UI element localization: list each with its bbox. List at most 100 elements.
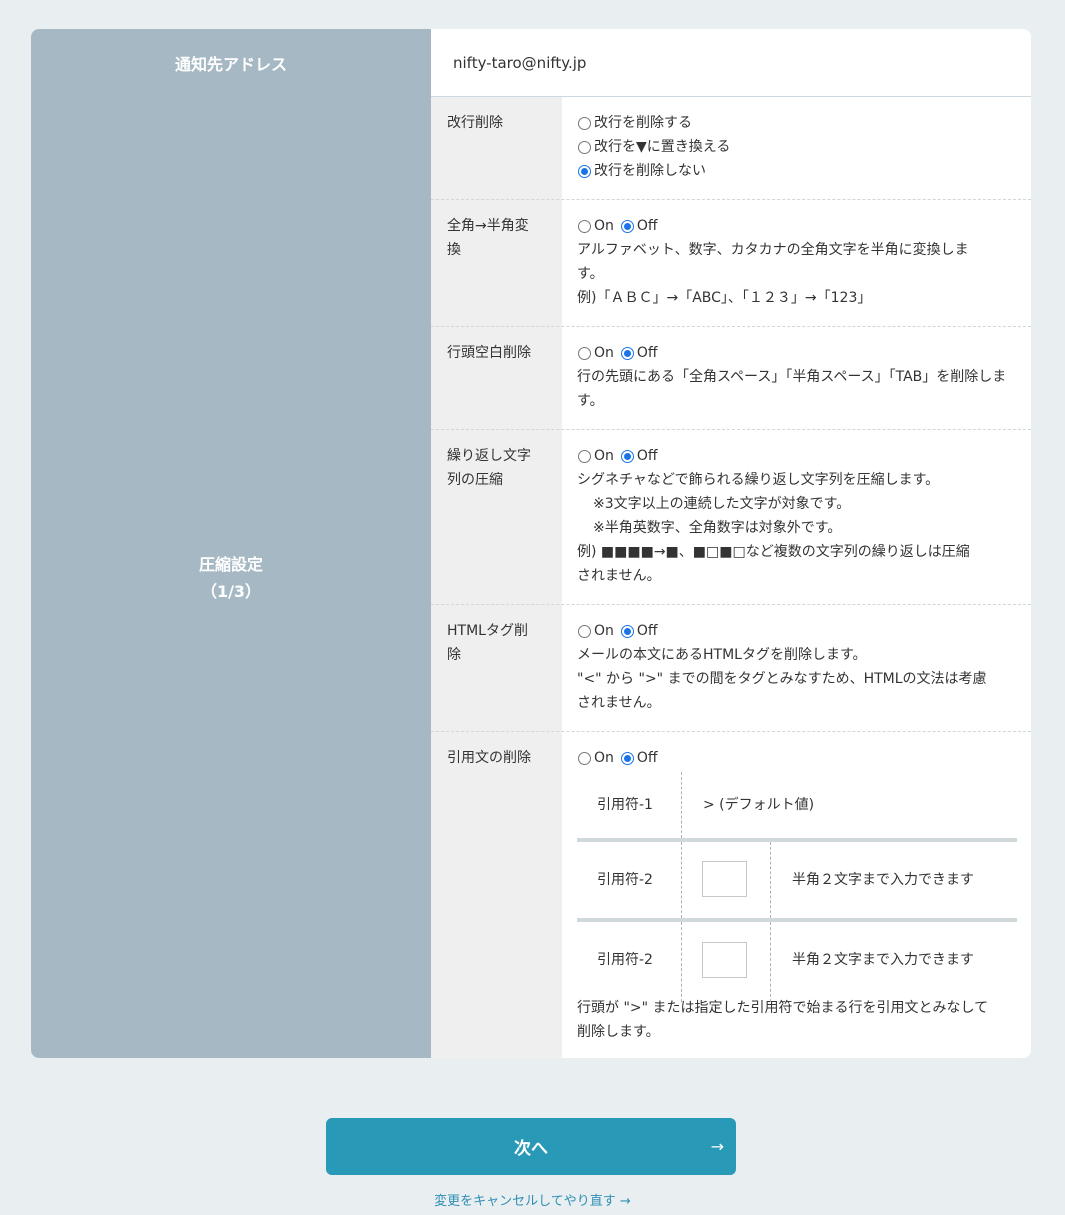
- label-line: 全角→半角変: [447, 218, 529, 234]
- description: されません。: [577, 695, 661, 711]
- repeat-section: 繰り返し文字 列の圧縮 On Off シグネチャなどで飾られる繰り返し文字列を圧…: [431, 430, 1031, 605]
- description: す。: [577, 266, 604, 282]
- on-label: On: [594, 623, 614, 639]
- description: メールの本文にあるHTMLタグを削除します。: [577, 647, 867, 663]
- description: シグネチャなどで飾られる繰り返し文字列を圧縮します。: [577, 472, 940, 488]
- divider: [681, 842, 682, 918]
- quote-input[interactable]: [702, 942, 747, 978]
- leading-space-body: On Off 行の先頭にある「全角スペース」「半角スペース」「TAB」を削除しま…: [577, 341, 1017, 413]
- label-line: HTMLタグ削: [447, 623, 528, 639]
- repeat-label: 繰り返し文字 列の圧縮: [447, 444, 547, 492]
- radio-on[interactable]: [578, 624, 591, 638]
- off-label: Off: [636, 218, 658, 234]
- radio-button-selected[interactable]: [578, 164, 591, 178]
- off-label: Off: [636, 345, 658, 361]
- radio-on[interactable]: [578, 449, 591, 463]
- leading-space-label: 行頭空白削除: [447, 345, 531, 361]
- line-break-label: 改行削除: [447, 115, 503, 131]
- on-label: On: [594, 345, 614, 361]
- label-line: 除: [447, 647, 461, 663]
- description: す。: [577, 393, 604, 409]
- quote-section: 引用文の削除 On Off 引用符-1 > (デフォルト値) 引用符-2 半角２…: [431, 732, 1031, 1058]
- quote-input[interactable]: [702, 861, 747, 897]
- fullwidth-body: On Off アルファベット、数字、カタカナの全角文字を半角に変換しま す。 例…: [577, 214, 1017, 310]
- arrow-right-icon: →: [710, 1137, 724, 1156]
- on-label: On: [594, 218, 614, 234]
- option-label: 改行を▼に置き換える: [594, 139, 731, 155]
- compression-title: 圧縮設定: [198, 554, 263, 574]
- line-break-option-replace[interactable]: 改行を▼に置き換える: [577, 135, 1017, 159]
- html-label: HTMLタグ削 除: [447, 619, 547, 667]
- quote-body: On Off 引用符-1 > (デフォルト値) 引用符-2 半角２文字まで入力で…: [577, 746, 1017, 1044]
- radio-button[interactable]: [578, 116, 591, 130]
- quote-hint: 半角２文字まで入力できます: [792, 952, 974, 968]
- description: 削除します。: [577, 1024, 660, 1040]
- cancel-link[interactable]: 変更をキャンセルしてやり直す →: [0, 1190, 1065, 1209]
- divider: [681, 922, 682, 1002]
- option-label: 改行を削除しない: [594, 163, 706, 179]
- note: ※半角英数字、全角数字は対象外です。: [593, 520, 842, 536]
- example: 例) ■■■■→■、■□■□など複数の文字列の繰り返しは圧縮: [577, 544, 970, 560]
- quote-hint: 半角２文字まで入力できます: [792, 872, 974, 888]
- html-body: On Off メールの本文にあるHTMLタグを削除します。 "<" から ">"…: [577, 619, 1017, 715]
- on-label: On: [594, 750, 614, 766]
- line-break-option-delete[interactable]: 改行を削除する: [577, 111, 1017, 135]
- option-label: 改行を削除する: [594, 115, 692, 131]
- compression-page: （1/3）: [200, 581, 262, 601]
- radio-button[interactable]: [578, 140, 591, 154]
- address-value: nifty-taro@nifty.jp: [453, 54, 587, 72]
- quote-row-1: 引用符-1 > (デフォルト値): [577, 772, 1017, 838]
- repeat-toggle: On Off: [577, 444, 1017, 468]
- quote-label: 引用文の削除: [447, 750, 531, 766]
- label-line: 換: [447, 242, 461, 258]
- example: 例)「ＡＢＣ」→「ABC」、「１２３」→「123」: [577, 290, 872, 306]
- radio-off-selected[interactable]: [620, 219, 634, 233]
- radio-off-selected[interactable]: [620, 346, 634, 360]
- divider: [770, 842, 771, 918]
- quote-default-value: > (デフォルト値): [703, 797, 815, 813]
- quote-row-label: 引用符-1: [597, 797, 653, 813]
- line-break-section: 改行削除 改行を削除する 改行を▼に置き換える 改行を削除しない: [431, 97, 1031, 200]
- line-break-option-keep[interactable]: 改行を削除しない: [577, 159, 1017, 183]
- quote-table: 引用符-1 > (デフォルト値) 引用符-2 半角２文字まで入力できます 引用符…: [577, 772, 1017, 1002]
- next-button-label: 次へ: [514, 1139, 548, 1159]
- settings-card: 通知先アドレス nifty-taro@nifty.jp 圧縮設定 （1/3） 改…: [31, 29, 1031, 1058]
- leading-space-section: 行頭空白削除 On Off 行の先頭にある「全角スペース」「半角スペース」「TA…: [431, 327, 1031, 430]
- radio-on[interactable]: [578, 751, 591, 765]
- quote-row-2: 引用符-2 半角２文字まで入力できます: [577, 838, 1017, 918]
- html-toggle: On Off: [577, 619, 1017, 643]
- radio-off-selected[interactable]: [620, 624, 634, 638]
- address-header: 通知先アドレス: [31, 29, 431, 97]
- radio-off-selected[interactable]: [620, 751, 634, 765]
- fullwidth-toggle: On Off: [577, 214, 1017, 238]
- address-row: 通知先アドレス nifty-taro@nifty.jp: [31, 29, 1031, 97]
- on-label: On: [594, 448, 614, 464]
- label-line: 繰り返し文字: [447, 448, 531, 464]
- divider: [681, 772, 682, 838]
- repeat-body: On Off シグネチャなどで飾られる繰り返し文字列を圧縮します。 ※3文字以上…: [577, 444, 1017, 588]
- description: "<" から ">" までの間をタグとみなすため、HTMLの文法は考慮: [577, 671, 987, 687]
- compression-header: 圧縮設定 （1/3）: [31, 97, 431, 1058]
- fullwidth-section: 全角→半角変 換 On Off アルファベット、数字、カタカナの全角文字を半角に…: [431, 200, 1031, 327]
- html-section: HTMLタグ削 除 On Off メールの本文にあるHTMLタグを削除します。 …: [431, 605, 1031, 732]
- description: 行の先頭にある「全角スペース」「半角スペース」「TAB」を削除しま: [577, 369, 1007, 385]
- line-break-options: 改行を削除する 改行を▼に置き換える 改行を削除しない: [577, 111, 1017, 183]
- quote-toggle: On Off: [577, 746, 1017, 770]
- off-label: Off: [636, 750, 658, 766]
- off-label: Off: [636, 448, 658, 464]
- example: されません。: [577, 568, 661, 584]
- fullwidth-label: 全角→半角変 換: [447, 214, 547, 262]
- quote-row-label: 引用符-2: [597, 952, 653, 968]
- quote-row-3: 引用符-2 半角２文字まで入力できます: [577, 918, 1017, 1002]
- leading-space-toggle: On Off: [577, 341, 1017, 365]
- off-label: Off: [636, 623, 658, 639]
- label-line: 列の圧縮: [447, 472, 503, 488]
- next-button[interactable]: 次へ →: [326, 1118, 736, 1175]
- note: ※3文字以上の連続した文字が対象です。: [593, 496, 851, 512]
- quote-row-label: 引用符-2: [597, 872, 653, 888]
- radio-on[interactable]: [578, 346, 591, 360]
- radio-off-selected[interactable]: [620, 449, 634, 463]
- radio-on[interactable]: [578, 219, 591, 233]
- divider: [770, 922, 771, 1002]
- description: アルファベット、数字、カタカナの全角文字を半角に変換しま: [577, 242, 969, 258]
